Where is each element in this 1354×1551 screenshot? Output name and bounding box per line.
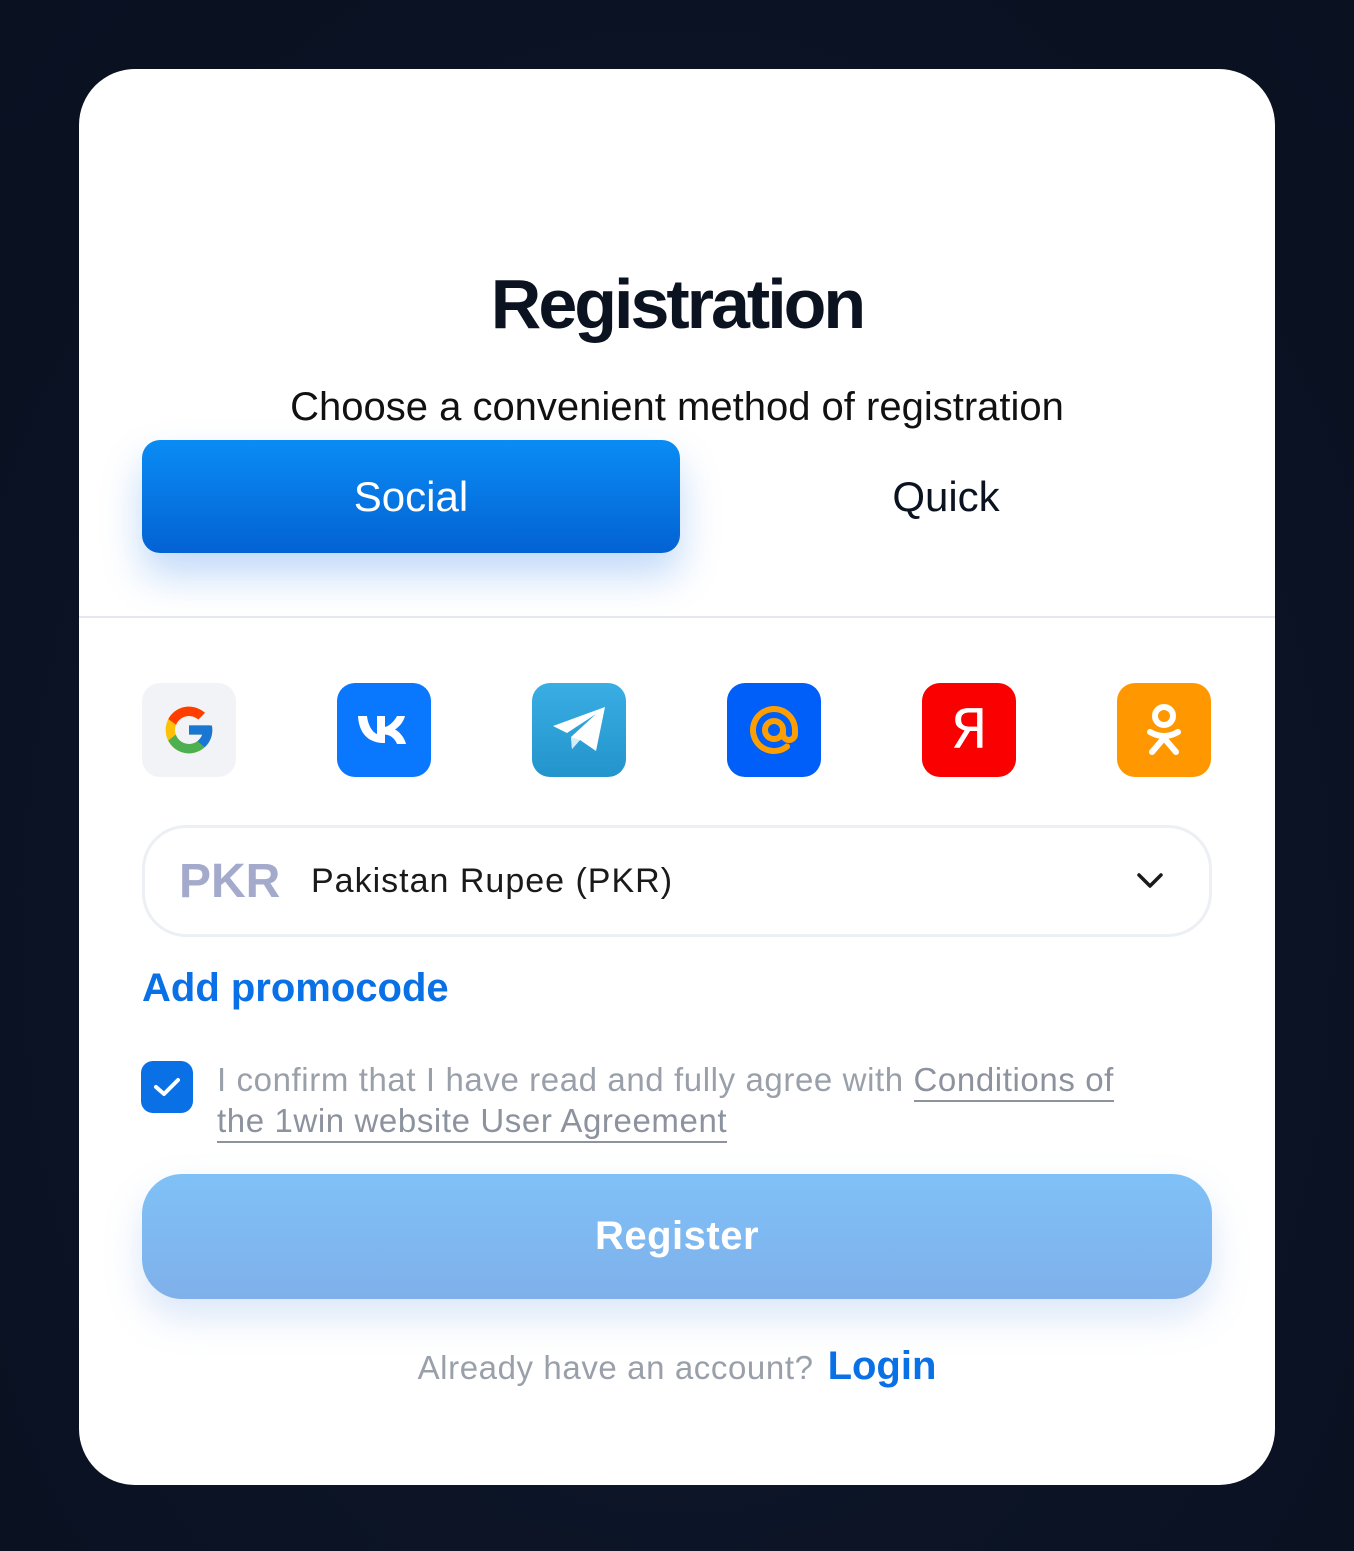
registration-tabs: Social Quick [142, 440, 1212, 553]
agreement-checkbox[interactable] [141, 1061, 193, 1113]
mailru-button[interactable] [727, 683, 821, 777]
login-link[interactable]: Login [828, 1344, 937, 1388]
telegram-button[interactable] [532, 683, 626, 777]
vk-button[interactable] [337, 683, 431, 777]
currency-select[interactable]: PKR Pakistan Rupee (PKR) [142, 825, 1212, 937]
mailru-icon [750, 706, 798, 754]
divider [79, 616, 1275, 618]
add-promocode-link[interactable]: Add promocode [142, 966, 449, 1011]
registration-modal: Registration Choose a convenient method … [79, 69, 1275, 1485]
vk-icon [358, 716, 406, 744]
modal-title: Registration [490, 265, 866, 343]
odnoklassniki-button[interactable] [1117, 683, 1211, 777]
yandex-icon: Я [950, 698, 988, 761]
login-prompt-text: Already have an account? [417, 1349, 814, 1386]
tab-quick[interactable]: Quick [680, 440, 1212, 553]
register-button[interactable]: Register [142, 1174, 1212, 1299]
odnoklassniki-icon [1147, 704, 1181, 755]
yandex-button[interactable]: Я [922, 683, 1016, 777]
google-icon [165, 706, 213, 754]
login-prompt: Already have an account? Login [79, 1344, 1275, 1389]
modal-subtitle: Choose a convenient method of registrati… [290, 385, 1064, 429]
agreement-text: I confirm that I have read and fully agr… [217, 1059, 1207, 1143]
telegram-icon [553, 707, 605, 751]
social-login-list: Я [142, 683, 1212, 777]
google-button[interactable] [142, 683, 236, 777]
currency-name: Pakistan Rupee (PKR) [311, 861, 674, 900]
conditions-link[interactable]: Conditions of [913, 1061, 1114, 1102]
chevron-down-icon [1137, 873, 1163, 888]
currency-code: PKR [179, 854, 281, 908]
tab-social[interactable]: Social [142, 440, 680, 553]
check-icon [154, 1078, 180, 1096]
user-agreement-link[interactable]: the 1win website User Agreement [217, 1102, 728, 1143]
agreement-label: I confirm that I have read and fully agr… [217, 1061, 914, 1098]
